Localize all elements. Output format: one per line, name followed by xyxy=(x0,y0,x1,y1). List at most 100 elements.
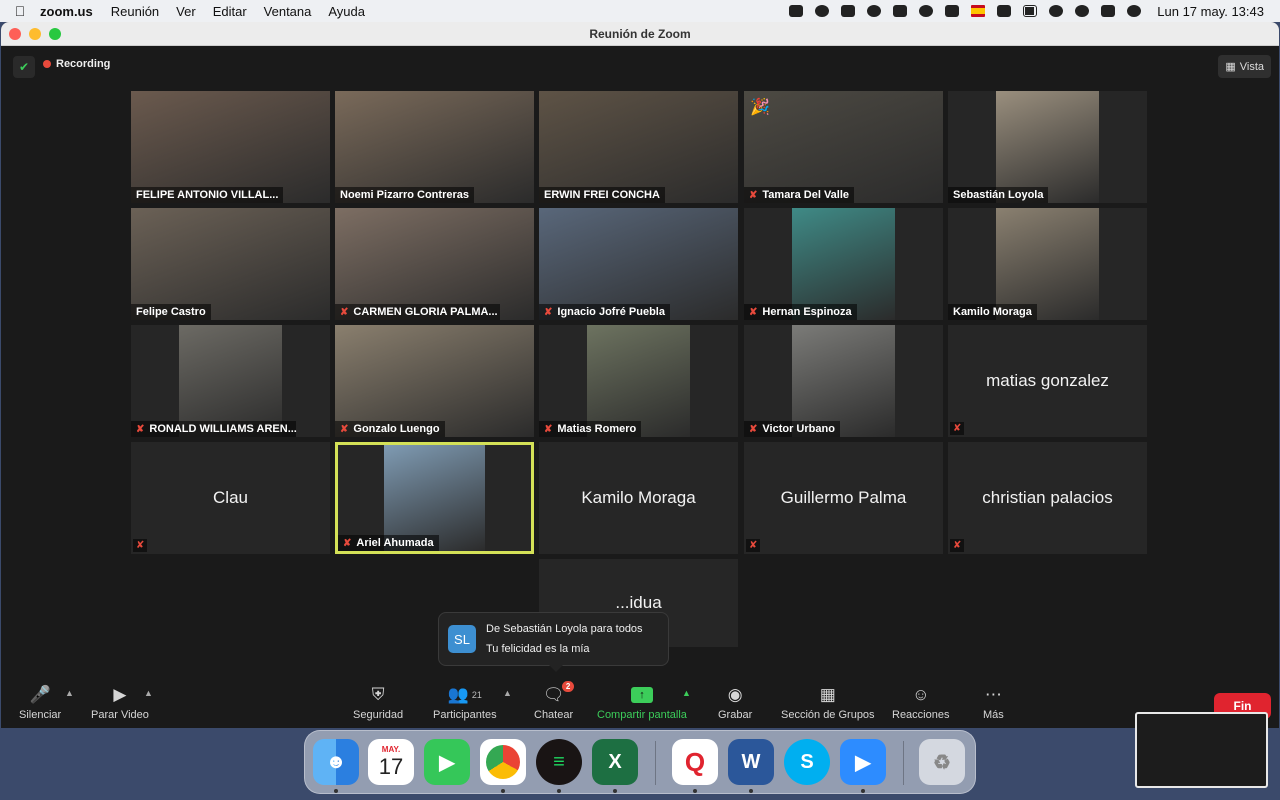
check-icon[interactable] xyxy=(867,5,882,17)
wifi-icon[interactable] xyxy=(1049,5,1064,17)
key-icon[interactable] xyxy=(945,5,960,17)
menu-editar[interactable]: Editar xyxy=(213,4,247,19)
share-screen-button[interactable]: ↑ Compartir pantalla xyxy=(597,684,687,721)
participant-tile[interactable]: ✘ CARMEN GLORIA PALMA... xyxy=(335,208,534,320)
video-camera-icon: ▶ xyxy=(113,685,127,704)
chat-button[interactable]: 🗨 2 Chatear xyxy=(534,681,575,721)
participant-name: ...idua xyxy=(615,593,662,612)
reactions-button[interactable]: ☺ Reacciones xyxy=(892,684,949,721)
zoom-status-icon[interactable] xyxy=(789,5,804,17)
stop-video-button[interactable]: ▶ Parar Video xyxy=(91,684,149,721)
participant-name: Gonzalo Luengo xyxy=(353,423,440,435)
recording-indicator[interactable]: Recording xyxy=(43,58,110,70)
participant-tile[interactable]: Kamilo Moraga xyxy=(948,208,1147,320)
view-label: Vista xyxy=(1239,60,1264,73)
quip-icon[interactable]: Q xyxy=(672,739,718,785)
battery-icon[interactable] xyxy=(1023,5,1038,17)
participant-tile[interactable]: FELIPE ANTONIO VILLAL... xyxy=(131,91,330,203)
participant-tile[interactable]: ✘ RONALD WILLIAMS AREN... xyxy=(131,325,330,437)
security-label: Seguridad xyxy=(353,709,404,721)
share-chevron-icon[interactable]: ▲ xyxy=(682,688,691,698)
muted-mic-icon: ✘ xyxy=(749,423,758,435)
calendar-icon[interactable]: MAY. 17 xyxy=(368,739,414,785)
bluetooth-icon[interactable] xyxy=(997,5,1012,17)
clock[interactable]: Lun 17 may. 13:43 xyxy=(1157,4,1264,19)
more-button[interactable]: ⋯ Más xyxy=(983,684,1004,721)
participant-tile[interactable]: Clau ✘ xyxy=(131,442,330,554)
excel-icon[interactable]: X xyxy=(592,739,638,785)
participant-name: Felipe Castro xyxy=(136,306,206,318)
breakout-rooms-button[interactable]: ▦ Sección de Grupos xyxy=(781,684,875,721)
participants-chevron-icon[interactable]: ▲ xyxy=(503,688,512,698)
hotspot-icon[interactable] xyxy=(919,5,934,17)
muted-mic-icon: ✘ xyxy=(343,537,352,549)
participant-tile[interactable]: matias gonzalez ✘ xyxy=(948,325,1147,437)
reactions-label: Reacciones xyxy=(892,709,950,721)
participant-tile[interactable]: ERWIN FREI CONCHA xyxy=(539,91,738,203)
dropbox-icon[interactable] xyxy=(841,5,856,17)
participant-nameplate: ✘ Gonzalo Luengo xyxy=(335,421,445,437)
mute-button[interactable]: 🎤 Silenciar xyxy=(19,684,61,721)
calendar-month: MAY. xyxy=(381,744,401,754)
chat-sender: De Sebastián Loyola para todos xyxy=(486,623,643,635)
spotify-icon[interactable]: ≡ xyxy=(536,739,582,785)
participant-tile[interactable]: Guillermo Palma ✘ xyxy=(744,442,943,554)
participant-tile[interactable]: ✘ Hernan Espinoza xyxy=(744,208,943,320)
mini-window-thumbnail[interactable] xyxy=(1135,712,1268,788)
word-icon[interactable]: W xyxy=(728,739,774,785)
participant-nameplate: ✘ RONALD WILLIAMS AREN... xyxy=(131,421,297,437)
facetime-icon[interactable]: ▶ xyxy=(424,739,470,785)
participant-name: Guillermo Palma xyxy=(780,488,907,507)
status-area: Lun 17 may. 13:43 xyxy=(783,0,1280,22)
security-shield-icon[interactable]: ✔ xyxy=(13,56,35,78)
siri-icon[interactable] xyxy=(1127,5,1142,17)
participant-tile[interactable]: ✘ Matias Romero xyxy=(539,325,738,437)
menu-reunion[interactable]: Reunión xyxy=(111,4,159,19)
participants-label: Participantes xyxy=(433,709,497,721)
participant-tile[interactable]: ✘ Ariel Ahumada xyxy=(335,442,534,554)
menu-app-name[interactable]: zoom.us xyxy=(40,4,93,19)
participant-tile[interactable]: Sebastián Loyola xyxy=(948,91,1147,203)
control-center-icon[interactable] xyxy=(1101,5,1116,17)
participant-tile[interactable]: christian palacios ✘ xyxy=(948,442,1147,554)
smiley-icon: ☺ xyxy=(912,685,930,704)
record-icon: ◉ xyxy=(727,685,743,704)
participant-name: Matias Romero xyxy=(557,423,637,435)
participant-tile[interactable]: 🎉 ✘ Tamara Del Valle xyxy=(744,91,943,203)
security-button[interactable]: ⛨ Seguridad xyxy=(353,684,403,721)
flag-icon[interactable] xyxy=(971,5,986,17)
video-options-chevron-icon[interactable]: ▲ xyxy=(144,688,153,698)
participant-tile[interactable]: Kamilo Moraga xyxy=(539,442,738,554)
participant-tile[interactable]: ✘ Ignacio Jofré Puebla xyxy=(539,208,738,320)
audio-options-chevron-icon[interactable]: ▲ xyxy=(65,688,74,698)
apple-icon[interactable]:  xyxy=(0,3,40,19)
zoom-app-icon[interactable]: ▶ xyxy=(840,739,886,785)
skype-icon[interactable]: S xyxy=(784,739,830,785)
spotify-running-dot xyxy=(557,789,561,793)
title-bar: Reunión de Zoom xyxy=(1,22,1279,46)
participant-nameplate: FELIPE ANTONIO VILLAL... xyxy=(131,187,284,203)
search-icon[interactable] xyxy=(1075,5,1090,17)
meeting-toolbar: 🎤 Silenciar ▲ ▶ Parar Video ▲ ⛨ Segurida… xyxy=(1,680,1279,728)
finder-icon[interactable]: ☻ xyxy=(313,739,359,785)
participant-nameplate: ✘ Matias Romero xyxy=(539,421,642,437)
participant-tile[interactable]: ✘ Victor Urbano xyxy=(744,325,943,437)
participants-icon: 👥 21 xyxy=(447,685,482,704)
participant-tile[interactable]: Noemi Pizarro Contreras xyxy=(335,91,534,203)
participant-tile[interactable]: Felipe Castro xyxy=(131,208,330,320)
chat-notification[interactable]: SL De Sebastián Loyola para todos Tu fel… xyxy=(438,612,669,672)
participants-button[interactable]: 👥 21 Participantes xyxy=(433,684,497,721)
participant-name: Clau xyxy=(213,488,248,507)
record-button[interactable]: ◉ Grabar xyxy=(718,684,752,721)
participant-name: matias gonzalez xyxy=(986,371,1109,390)
participant-tile[interactable]: ✘ Gonzalo Luengo xyxy=(335,325,534,437)
trash-icon[interactable]: ♻ xyxy=(919,739,965,785)
muted-mic-icon: ✘ xyxy=(746,539,761,552)
view-button[interactable]: ▦ Vista xyxy=(1218,55,1271,78)
record-status-icon[interactable] xyxy=(815,5,830,17)
menu-ventana[interactable]: Ventana xyxy=(264,4,312,19)
pin-icon[interactable] xyxy=(893,5,908,17)
chrome-icon[interactable] xyxy=(480,739,526,785)
menu-ver[interactable]: Ver xyxy=(176,4,196,19)
menu-ayuda[interactable]: Ayuda xyxy=(328,4,365,19)
